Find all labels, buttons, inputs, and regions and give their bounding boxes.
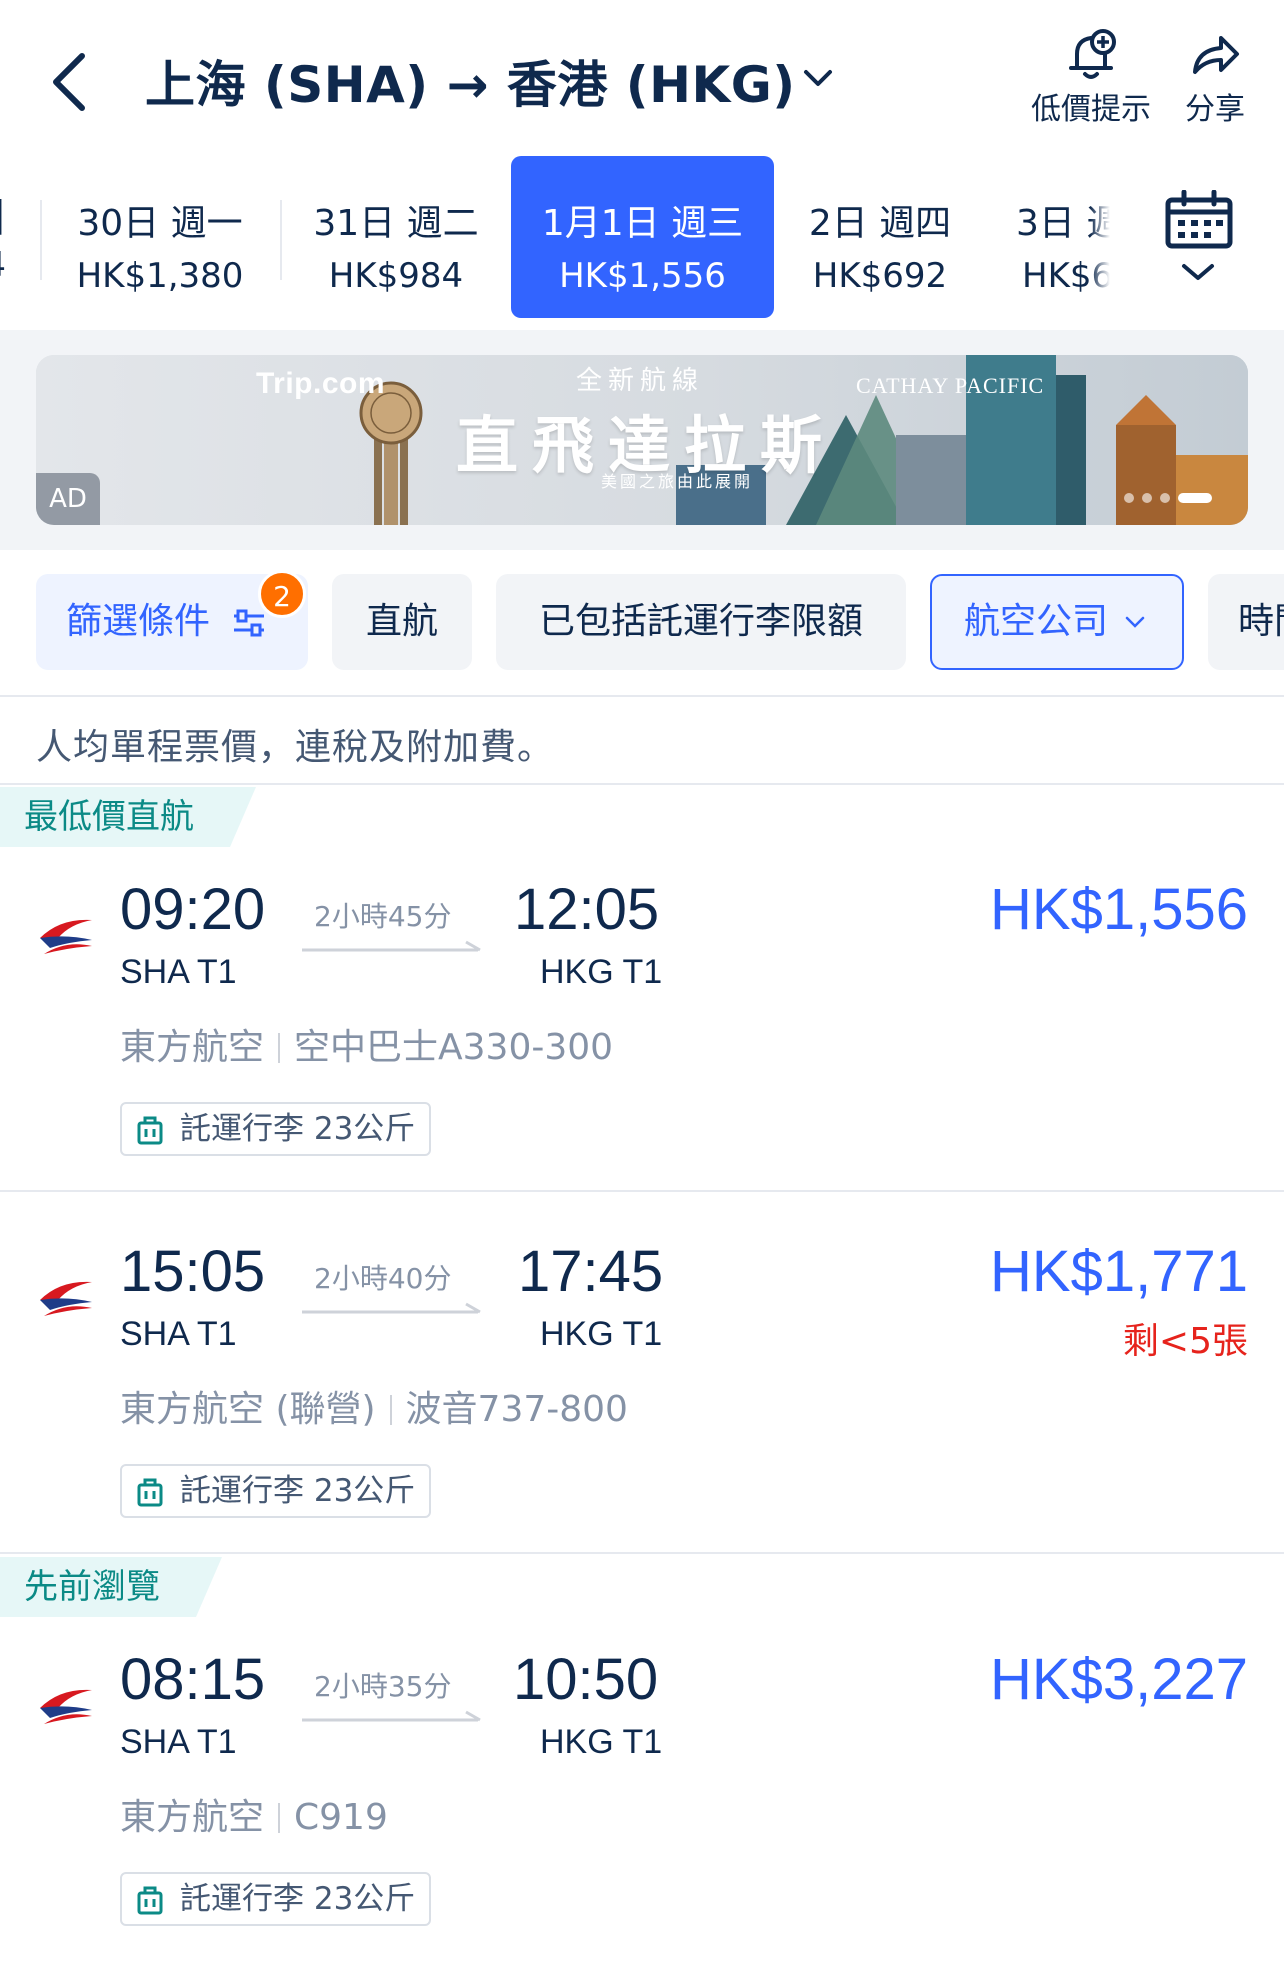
ad-headline-small: 全新航線 <box>576 366 705 396</box>
filter-bar: 篩選條件 2 直航 已包括託運行李限額 航空公司 時間 <box>0 550 1284 695</box>
flight-duration: 2小時35分 <box>314 1670 452 1703</box>
carousel-dot <box>1142 493 1152 503</box>
arrival-airport: HKG T1 <box>540 1315 663 1353</box>
time-filter-chip[interactable]: 時間 <box>1208 574 1284 670</box>
aircraft-type: 波音737-800 <box>405 1389 628 1430</box>
flight-card[interactable]: 08:15 2小時35分 10:50 SHA T1 HKG T1 東方航空 C91… <box>0 1622 1284 1962</box>
ad-badge: AD <box>36 473 100 525</box>
flight-duration: 2小時40分 <box>314 1262 452 1295</box>
date-separator <box>280 200 282 280</box>
airline-name: 東方航空 <box>120 1797 265 1838</box>
flight-card[interactable]: 09:20 2小時45分 12:05 SHA T1 HKG T1 東方航空 空中巴… <box>0 850 1284 1190</box>
calendar-icon <box>1165 190 1233 249</box>
chevron-down-icon <box>1125 616 1145 628</box>
ad-section: Trip.com 全新航線 直飛達拉斯 美國之旅由此展開 CATHAY PACI… <box>0 330 1284 550</box>
ad-airline: CATHAY PACIFIC <box>856 373 1045 398</box>
divider <box>0 1190 1284 1192</box>
china-eastern-logo <box>40 1281 92 1316</box>
airline-name: 東方航空 <box>120 1027 265 1068</box>
scroll-fade <box>1090 150 1110 330</box>
baggage-chip: 託運行李 23公斤 <box>120 1464 432 1518</box>
ad-tagline: 美國之旅由此展開 <box>601 472 754 491</box>
filter-count-badge: 2 <box>258 570 306 618</box>
carousel-dot <box>1124 493 1134 503</box>
departure-time: 15:05 <box>120 1239 266 1304</box>
share-arrow-icon <box>1193 36 1239 74</box>
section-tag-previously-viewed: 先前瀏覽 <box>0 1557 160 1617</box>
suitcase-icon <box>137 1116 163 1145</box>
date-selector: | 4 30日 週一 HK$1,380 31日 週二 HK$984 1月1日 週… <box>0 150 1284 330</box>
date-item[interactable]: 31日 週二 HK$984 <box>290 156 502 318</box>
baggage-filter-chip[interactable]: 已包括託運行李限額 <box>496 574 906 670</box>
price-note: 人均單程票價，連稅及附加費。 <box>36 727 555 768</box>
departure-airport: SHA T1 <box>120 1723 237 1761</box>
filter-sliders-icon <box>234 609 264 637</box>
price-alert-label: 低價提示 <box>1031 92 1151 127</box>
date-separator <box>40 200 42 280</box>
flight-price: HK$1,771 <box>990 1239 1248 1304</box>
bell-plus-icon <box>1069 29 1116 79</box>
seats-left-badge: 剩<5張 <box>1122 1321 1248 1362</box>
date-item[interactable]: 2日 週四 HK$692 <box>782 156 978 318</box>
airline-filter-chip[interactable]: 航空公司 <box>930 574 1184 670</box>
suitcase-icon <box>137 1886 163 1915</box>
calendar-button[interactable] <box>1110 150 1284 330</box>
aircraft-type: C919 <box>294 1797 388 1838</box>
divider <box>0 1552 1284 1554</box>
date-item-partial[interactable]: | 4 <box>0 156 6 318</box>
ad-banner[interactable]: Trip.com 全新航線 直飛達拉斯 美國之旅由此展開 CATHAY PACI… <box>36 355 1248 525</box>
departure-time: 08:15 <box>120 1647 266 1712</box>
china-eastern-logo <box>40 919 92 954</box>
share-button[interactable]: 分享 <box>1170 28 1260 128</box>
carousel-dots <box>1124 493 1212 503</box>
chevron-down-icon <box>1182 264 1214 280</box>
arrow-icon <box>302 1710 481 1722</box>
divider <box>0 783 1284 785</box>
flight-meta: 東方航空 空中巴士A330-300 <box>120 1018 613 1070</box>
carousel-dot-active <box>1178 493 1212 503</box>
arrival-time: 12:05 <box>514 877 660 942</box>
date-item[interactable]: 30日 週一 HK$1,380 <box>50 156 270 318</box>
arrow-icon <box>302 1302 481 1314</box>
share-label: 分享 <box>1185 92 1245 127</box>
arrival-time: 10:50 <box>513 1647 659 1712</box>
flight-price: HK$1,556 <box>990 877 1248 942</box>
back-button[interactable] <box>40 40 100 120</box>
date-item-selected[interactable]: 1月1日 週三 HK$1,556 <box>511 156 774 318</box>
carousel-dot <box>1160 493 1170 503</box>
departure-airport: SHA T1 <box>120 953 237 991</box>
airline-name: 東方航空 (聯營) <box>120 1389 376 1430</box>
departure-time: 09:20 <box>120 877 266 942</box>
baggage-chip: 託運行李 23公斤 <box>120 1872 432 1926</box>
header-bar: 上海 (SHA) → 香港 (HKG) 低價提示 分享 <box>0 0 1284 150</box>
ad-brand: Trip.com <box>256 367 386 400</box>
arrival-airport: HKG T1 <box>540 1723 663 1761</box>
departure-airport: SHA T1 <box>120 1315 237 1353</box>
baggage-chip: 託運行李 23公斤 <box>120 1102 432 1156</box>
aircraft-type: 空中巴士A330-300 <box>294 1027 614 1068</box>
direct-filter-chip[interactable]: 直航 <box>332 574 472 670</box>
flight-price: HK$3,227 <box>990 1647 1248 1712</box>
flight-meta: 東方航空 (聯營) 波音737-800 <box>120 1380 628 1432</box>
suitcase-icon <box>137 1478 163 1507</box>
chevron-down-icon[interactable] <box>798 58 838 98</box>
divider <box>0 695 1284 697</box>
arrival-time: 17:45 <box>518 1239 664 1304</box>
price-alert-button[interactable]: 低價提示 <box>1022 28 1160 128</box>
flight-duration: 2小時45分 <box>314 900 452 933</box>
chevron-left-icon <box>53 53 85 111</box>
flight-card[interactable]: 15:05 2小時40分 17:45 SHA T1 HKG T1 東方航空 (聯… <box>0 1212 1284 1552</box>
arrival-airport: HKG T1 <box>540 953 663 991</box>
section-tag-cheapest-direct: 最低價直航 <box>0 787 194 847</box>
china-eastern-logo <box>40 1689 92 1724</box>
route-title[interactable]: 上海 (SHA) → 香港 (HKG) <box>145 45 796 117</box>
arrow-icon <box>302 940 481 952</box>
flight-meta: 東方航空 C919 <box>120 1788 388 1840</box>
